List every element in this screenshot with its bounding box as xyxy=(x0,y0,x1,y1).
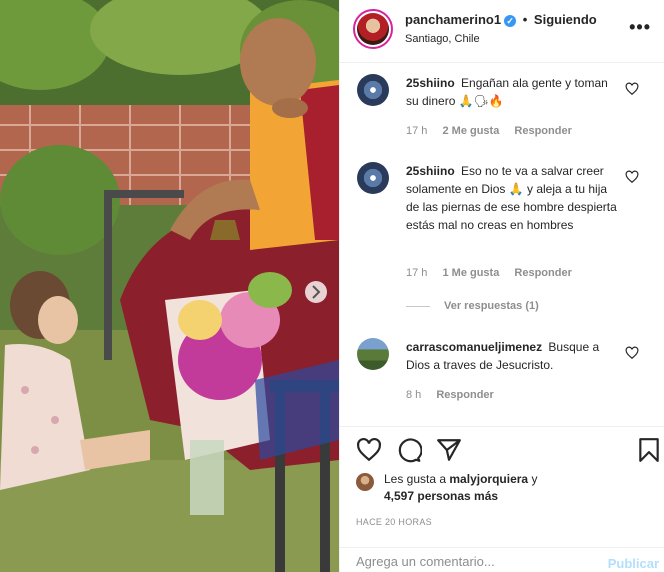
heart-icon[interactable] xyxy=(356,437,382,463)
reply-button[interactable]: Responder xyxy=(514,125,571,137)
commenter-avatar[interactable] xyxy=(357,338,389,370)
likes-text: Les gusta a malyjorquiera y 4,597 person… xyxy=(384,471,656,505)
likes-summary: Les gusta a malyjorquiera y 4,597 person… xyxy=(356,471,656,505)
author-line: panchamerino1 ✓ • Siguiendo xyxy=(405,12,597,27)
liker-avatar[interactable] xyxy=(356,473,374,491)
add-comment-bar: Publicar xyxy=(340,547,664,572)
post-header: panchamerino1 ✓ • Siguiendo Santiago, Chi… xyxy=(340,0,664,63)
paper-plane-icon[interactable] xyxy=(436,437,462,463)
comment-meta: 8 h Responder xyxy=(406,389,506,401)
view-replies-label: Ver respuestas (1) xyxy=(444,300,539,312)
comment-likes[interactable]: 1 Me gusta xyxy=(442,267,499,279)
post-photo-illustration xyxy=(0,0,339,572)
comment-input[interactable] xyxy=(356,554,576,569)
comment-heart-icon[interactable] xyxy=(625,82,639,96)
verified-badge-icon: ✓ xyxy=(504,15,517,27)
comment-text: carrascomanueljimenez Busque a Dios a tr… xyxy=(406,338,616,374)
comment-time[interactable]: 17 h xyxy=(406,267,427,279)
view-replies-button[interactable]: Ver respuestas (1) xyxy=(406,300,539,312)
comment-meta: 17 h 2 Me gusta Responder xyxy=(406,125,584,137)
commenter-username[interactable]: carrascomanueljimenez xyxy=(406,340,542,354)
post-timestamp[interactable]: HACE 20 HORAS xyxy=(356,517,432,527)
author-avatar[interactable] xyxy=(353,9,393,49)
follow-status-button[interactable]: Siguiendo xyxy=(534,12,597,27)
comment-text: 25shiino Eso no te va a salvar creer sol… xyxy=(406,162,618,234)
comment-time[interactable]: 17 h xyxy=(406,125,427,137)
comment-heart-icon[interactable] xyxy=(625,170,639,184)
comment-bubble-icon[interactable] xyxy=(396,437,422,463)
more-options-icon[interactable]: ••• xyxy=(629,17,651,38)
likes-connector: y xyxy=(531,472,538,486)
likes-prefix: Les gusta a xyxy=(384,472,447,486)
comment-heart-icon[interactable] xyxy=(625,346,639,360)
reply-button[interactable]: Responder xyxy=(514,267,571,279)
replies-divider xyxy=(406,305,430,307)
likes-others-count[interactable]: 4,597 personas más xyxy=(384,489,498,503)
post-side-panel: panchamerino1 ✓ • Siguiendo Santiago, Chi… xyxy=(339,0,664,572)
liker-username[interactable]: malyjorquiera xyxy=(449,472,528,486)
commenter-avatar[interactable] xyxy=(357,162,389,194)
comment-meta: 17 h 1 Me gusta Responder xyxy=(406,267,584,279)
reply-button[interactable]: Responder xyxy=(436,389,493,401)
commenter-username[interactable]: 25shiino xyxy=(406,164,455,178)
comments-list: 25shiino Engañan ala gente y toman su di… xyxy=(340,64,664,426)
author-username[interactable]: panchamerino1 xyxy=(405,12,501,27)
post-actions: Les gusta a malyjorquiera y 4,597 person… xyxy=(340,426,664,572)
post-photo[interactable] xyxy=(0,0,339,572)
separator-dot: • xyxy=(522,12,528,27)
post-location[interactable]: Santiago, Chile xyxy=(405,33,480,45)
comment-time[interactable]: 8 h xyxy=(406,389,421,401)
commenter-avatar[interactable] xyxy=(357,74,389,106)
bookmark-icon[interactable] xyxy=(636,437,662,463)
comment-text: 25shiino Engañan ala gente y toman su di… xyxy=(406,74,616,110)
publish-button[interactable]: Publicar xyxy=(608,556,659,571)
commenter-username[interactable]: 25shiino xyxy=(406,76,455,90)
comment-likes[interactable]: 2 Me gusta xyxy=(442,125,499,137)
